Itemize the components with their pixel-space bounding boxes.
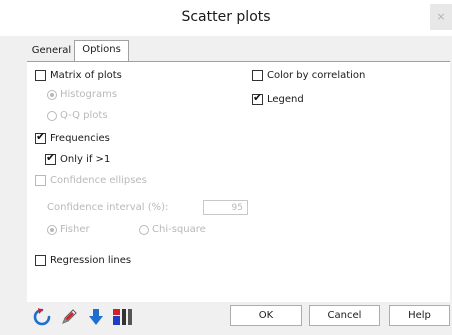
chi-square-label: Chi-square xyxy=(152,224,206,235)
checkmark-icon: ✔ xyxy=(253,91,263,104)
title-bar: Scatter plots × xyxy=(0,0,452,36)
confidence-ellipses-checkbox[interactable] xyxy=(35,175,46,186)
histograms-label: Histograms xyxy=(60,89,118,100)
ok-button[interactable]: OK xyxy=(230,305,302,326)
only-if-gt1-checkbox[interactable]: ✔ xyxy=(45,151,56,165)
tab-options[interactable]: Options xyxy=(74,40,129,62)
tab-general[interactable]: General xyxy=(29,42,74,60)
fisher-radio[interactable] xyxy=(47,225,57,235)
qq-plots-radio[interactable] xyxy=(47,111,57,121)
frequencies-checkbox[interactable]: ✔ xyxy=(35,130,46,144)
help-button[interactable]: Help xyxy=(389,305,450,326)
color-by-correlation-checkbox[interactable] xyxy=(252,70,263,81)
cancel-button[interactable]: Cancel xyxy=(309,305,380,326)
legend-checkbox[interactable]: ✔ xyxy=(252,91,263,105)
regression-lines-label: Regression lines xyxy=(50,255,132,266)
close-button[interactable]: × xyxy=(430,4,452,30)
only-if-gt1-label: Only if >1 xyxy=(60,154,111,165)
scatter-plots-dialog: Scatter plots × General Options Matrix o… xyxy=(0,0,452,335)
radio-selected-dot xyxy=(50,93,54,97)
radio-selected-dot xyxy=(50,228,54,232)
checkmark-icon: ✔ xyxy=(46,151,56,164)
color-by-correlation-label: Color by correlation xyxy=(267,70,366,81)
dialog-title: Scatter plots xyxy=(181,9,271,25)
fisher-label: Fisher xyxy=(60,224,90,235)
regression-lines-checkbox[interactable] xyxy=(35,255,46,266)
legend-label: Legend xyxy=(267,94,304,105)
chi-square-radio[interactable] xyxy=(139,225,149,235)
down-arrow-icon[interactable] xyxy=(86,307,106,327)
edit-icon[interactable] xyxy=(59,307,79,327)
histograms-radio[interactable] xyxy=(47,90,57,100)
matrix-of-plots-label: Matrix of plots xyxy=(50,70,122,81)
reset-icon[interactable] xyxy=(32,307,52,327)
confidence-ellipses-label: Confidence ellipses xyxy=(50,175,147,186)
frequencies-label: Frequencies xyxy=(50,133,110,144)
qq-plots-label: Q-Q plots xyxy=(60,110,108,121)
color-palette-icon[interactable] xyxy=(111,307,141,327)
confidence-interval-input[interactable]: 95 xyxy=(203,200,248,215)
matrix-of-plots-checkbox[interactable] xyxy=(35,70,46,81)
confidence-interval-label: Confidence interval (%): xyxy=(47,202,169,213)
checkmark-icon: ✔ xyxy=(36,130,46,143)
